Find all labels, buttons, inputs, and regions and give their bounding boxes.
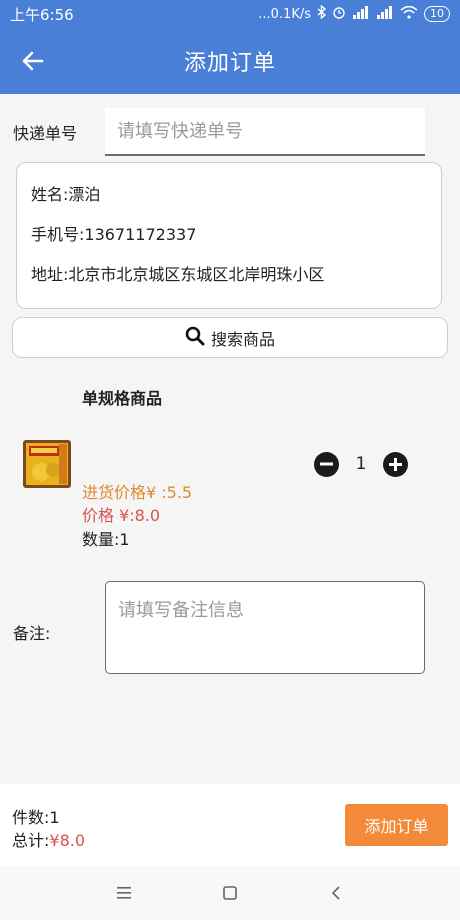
signal-icon (352, 5, 370, 23)
bluetooth-icon (317, 4, 327, 23)
product-section-title: 单规格商品 (82, 389, 163, 408)
express-number-input[interactable] (105, 108, 425, 156)
alarm-icon (332, 5, 346, 23)
network-speed: ...0.1K/s (258, 6, 311, 22)
app-bar: 添加订单 (0, 28, 460, 94)
note-label: 备注: (13, 624, 51, 643)
recipient-name: 姓名:漂泊 (31, 185, 101, 204)
order-footer: 件数:1 总计:¥8.0 添加订单 (0, 784, 460, 866)
search-icon (185, 326, 205, 350)
quantity-stepper: 1 (314, 451, 408, 477)
recipient-phone: 手机号:13671172337 (31, 225, 197, 244)
note-input[interactable] (105, 581, 425, 674)
home-icon[interactable] (218, 881, 242, 905)
status-bar: 上午6:56 ...0.1K/s 10 (0, 0, 460, 28)
wifi-icon (400, 5, 418, 23)
status-time: 上午6:56 (10, 5, 74, 24)
total-value: ¥8.0 (49, 831, 86, 850)
quantity-value: 1 (355, 454, 367, 474)
system-nav-bar (0, 866, 460, 920)
item-count: 件数:1 (12, 808, 60, 827)
back-icon[interactable] (324, 881, 348, 905)
page-title: 添加订单 (183, 51, 276, 76)
search-product-label: 搜索商品 (210, 329, 275, 349)
signal-icon-2 (376, 5, 394, 23)
battery-icon: 10 (424, 6, 450, 22)
menu-icon[interactable] (112, 881, 136, 905)
purchase-price: 进货价格¥ :5.5 (82, 483, 193, 502)
plus-icon[interactable] (382, 451, 408, 477)
sale-price: 价格 ¥:8.0 (82, 506, 161, 525)
express-number-label: 快递单号 (13, 124, 78, 143)
order-total: 总计:¥8.0 (12, 827, 85, 851)
minus-icon[interactable] (314, 451, 339, 477)
search-product-button[interactable]: 搜索商品 (12, 317, 448, 358)
total-label: 总计: (12, 831, 50, 850)
add-order-button[interactable]: 添加订单 (345, 804, 448, 846)
recipient-address: 地址:北京市北京城区东城区北岸明珠小区 (31, 265, 325, 284)
arrow-left-icon[interactable] (18, 46, 48, 76)
status-indicators: ...0.1K/s 10 (258, 4, 450, 23)
quantity-label: 数量:1 (82, 530, 130, 549)
product-thumbnail (23, 440, 71, 488)
address-card[interactable]: 姓名:漂泊 手机号:13671172337 地址:北京市北京城区东城区北岸明珠小… (16, 162, 442, 309)
